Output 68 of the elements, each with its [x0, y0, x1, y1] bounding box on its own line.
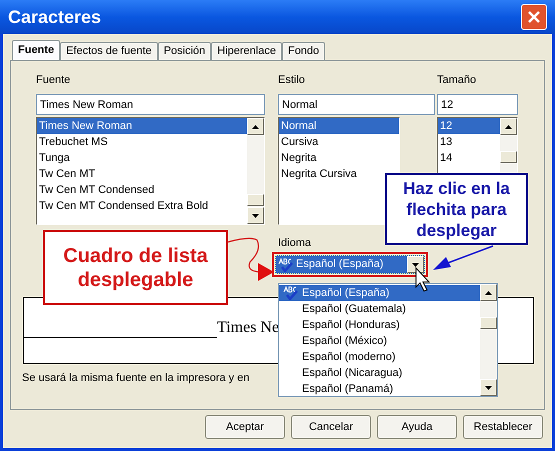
spellcheck-icon [283, 286, 299, 300]
field-label: Estilo [278, 73, 306, 88]
tab[interactable]: Efectos de fuente [60, 42, 158, 60]
scroll-down-button[interactable] [480, 379, 497, 396]
scrollbar[interactable] [247, 118, 264, 224]
input-field[interactable]: 12 [437, 94, 518, 115]
tab[interactable]: Fuente [12, 40, 60, 60]
mouse-pointer-icon [416, 266, 430, 292]
language-dropdown[interactable]: Español (España) [275, 255, 425, 274]
list-item[interactable]: 12 [438, 118, 500, 134]
scrollbar[interactable] [480, 284, 497, 396]
window-title: Caracteres [8, 6, 102, 28]
list-box[interactable]: Times New Roman Trebuchet MS Tunga Tw Cen MT Tw Cen MT Condensed Tw Cen MT Condensed Extra Bold [36, 117, 265, 225]
close-button[interactable] [521, 4, 547, 30]
close-icon [528, 11, 540, 23]
input-field[interactable]: Times New Roman [36, 94, 265, 115]
note-text: Se usará la misma fuente en la impresora y en [22, 371, 250, 386]
list-item[interactable]: Tw Cen MT [37, 166, 247, 182]
scroll-thumb[interactable] [500, 151, 517, 163]
spellcheck-icon [278, 258, 294, 272]
dropdown-menu[interactable]: Español (España) Español (Guatemala) Español (Honduras) Español (México) Español (moderno) Español (Nicaragua) Español (Panamá) [278, 283, 498, 397]
dropdown-option[interactable]: Español (moderno) [279, 349, 480, 365]
callout-tooltip: Haz clic en la flechita para desplegar [385, 173, 528, 245]
dialog-button[interactable]: Cancelar [291, 415, 371, 439]
dropdown-option[interactable]: Español (Guatemala) [279, 301, 480, 317]
dialog-button[interactable]: Restablecer [463, 415, 543, 439]
callout-tooltip: Cuadro de lista desplegable [43, 230, 228, 305]
list-item[interactable]: 13 [438, 134, 500, 150]
up-arrow-icon [485, 290, 492, 294]
down-arrow-icon [485, 386, 492, 390]
tab[interactable]: Fondo [282, 42, 326, 60]
field-label: Fuente [36, 73, 72, 88]
down-arrow-icon [252, 214, 259, 218]
list-item[interactable]: Tw Cen MT Condensed [37, 182, 247, 198]
field-label: Tamaño [437, 73, 478, 88]
list-item[interactable]: Trebuchet MS [37, 134, 247, 150]
scroll-down-button[interactable] [247, 207, 264, 224]
scroll-thumb[interactable] [480, 317, 497, 329]
tab[interactable]: Posición [158, 42, 212, 60]
list-item[interactable]: Tw Cen MT Condensed Extra Bold [37, 198, 247, 214]
scroll-up-button[interactable] [247, 118, 264, 135]
callout-arrow [433, 245, 494, 270]
preview-text: Times Ne [217, 319, 280, 337]
list-item[interactable]: Cursiva [279, 134, 399, 150]
dialog-button[interactable]: Ayuda [377, 415, 457, 439]
dropdown-arrow-button[interactable] [407, 256, 424, 273]
list-item[interactable]: Tunga [37, 150, 247, 166]
dropdown-option[interactable]: Español (Panamá) [279, 381, 480, 397]
dropdown-value: Español (España) [296, 257, 384, 272]
dropdown-option[interactable]: Español (México) [279, 333, 480, 349]
dropdown-option[interactable]: Español (Nicaragua) [279, 365, 480, 381]
up-arrow-icon [505, 124, 512, 128]
scroll-up-button[interactable] [500, 118, 517, 135]
dropdown-option[interactable]: Español (Honduras) [279, 317, 480, 333]
up-arrow-icon [252, 124, 259, 128]
scroll-up-button[interactable] [480, 284, 497, 301]
tab[interactable]: Hiperenlace [211, 42, 282, 60]
list-item[interactable]: Normal [279, 118, 399, 134]
field-label: Idioma [278, 236, 312, 251]
list-item[interactable]: Times New Roman [37, 118, 247, 134]
dialog-button[interactable]: Aceptar [205, 415, 285, 439]
list-item[interactable]: 14 [438, 150, 500, 166]
dropdown-option[interactable]: Español (España) [279, 285, 480, 301]
down-arrow-icon [412, 262, 419, 266]
scroll-thumb[interactable] [247, 194, 264, 206]
input-field[interactable]: Normal [278, 94, 435, 115]
list-box[interactable]: Normal Cursiva Negrita Negrita Cursiva [278, 117, 400, 225]
list-item[interactable]: Negrita [279, 150, 399, 166]
